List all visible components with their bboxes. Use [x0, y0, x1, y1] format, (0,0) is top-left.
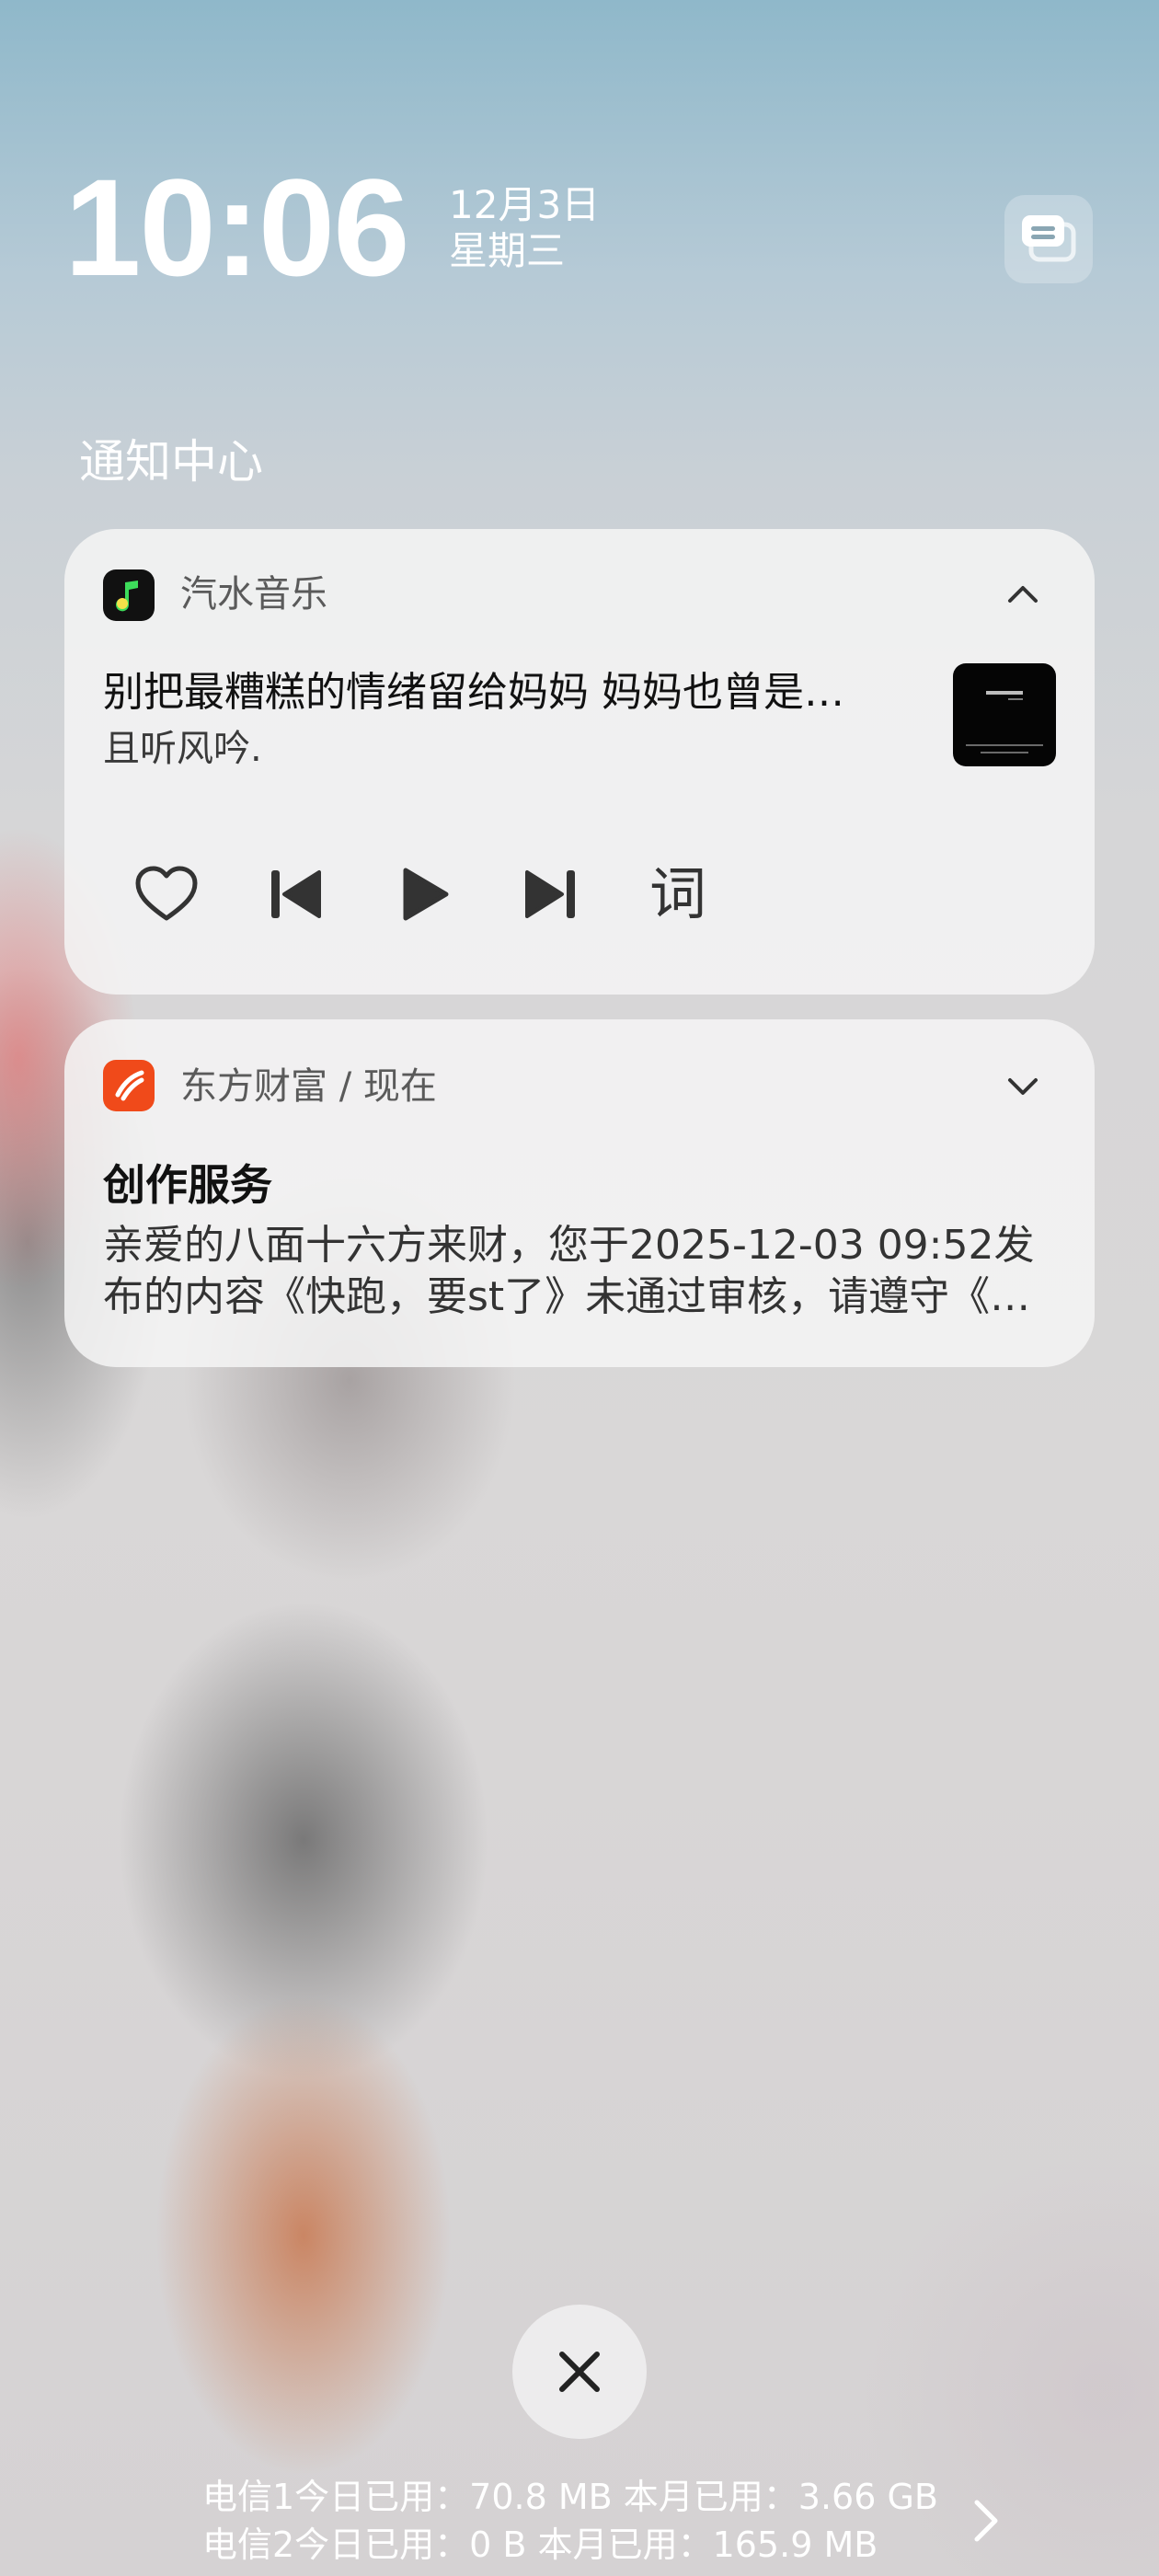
album-art-graphic [966, 691, 1043, 753]
close-icon [559, 2352, 600, 2392]
data-usage-sim1: 电信1今日已用：70.8 MB 本月已用：3.66 GB [202, 2477, 939, 2517]
chevron-right-icon[interactable] [968, 2493, 1004, 2548]
next-button[interactable] [510, 853, 592, 936]
notification-title: 创作服务 [103, 1160, 272, 1210]
previous-icon [271, 870, 321, 918]
notification-style-button[interactable] [1004, 195, 1093, 283]
chevron-down-icon [1008, 1078, 1038, 1095]
eastmoney-notification-card[interactable]: 东方财富 / 现在 创作服务 亲爱的八面十六方来财，您于2025-12-03 0… [64, 1019, 1095, 1367]
song-artist: 且听风吟. [103, 728, 262, 770]
eastmoney-app-icon [103, 1060, 155, 1111]
data-usage-sim2: 电信2今日已用：0 B 本月已用：165.9 MB [202, 2524, 878, 2565]
cards-icon [1022, 215, 1076, 262]
music-app-icon [103, 569, 155, 621]
music-app-name: 汽水音乐 [180, 573, 327, 615]
music-note-icon [116, 581, 138, 612]
music-notification-card[interactable]: 汽水音乐 别把最糟糕的情绪留给妈妈 妈妈也曾是… 且听风吟. 词 [64, 529, 1095, 995]
play-button[interactable] [383, 853, 465, 936]
play-icon [403, 868, 449, 921]
album-art [953, 663, 1056, 766]
notification-body-line1: 亲爱的八面十六方来财，您于2025-12-03 09:52发 [103, 1222, 1035, 1269]
collapse-button[interactable] [995, 566, 1050, 621]
expand-button[interactable] [995, 1060, 1050, 1115]
previous-button[interactable] [254, 853, 337, 936]
next-icon [525, 870, 575, 918]
notification-body: 亲爱的八面十六方来财，您于2025-12-03 09:52发 布的内容《快跑，要… [103, 1220, 1050, 1323]
lyrics-button[interactable]: 词 [637, 853, 719, 936]
data-usage-info[interactable]: 电信1今日已用：70.8 MB 本月已用：3.66 GB 电信2今日已用：0 B… [202, 2473, 938, 2569]
heart-icon [135, 866, 198, 921]
date-label: 12月3日 [449, 182, 601, 227]
eastmoney-app-name: 东方财富 / 现在 [180, 1065, 437, 1108]
like-button[interactable] [125, 853, 208, 936]
chevron-up-icon [1008, 586, 1038, 603]
weekday-label: 星期三 [449, 228, 566, 273]
song-title: 别把最糟糕的情绪留给妈妈 妈妈也曾是… [103, 669, 844, 716]
date-block: 12月3日 星期三 [449, 182, 600, 274]
east-money-icon [115, 1070, 144, 1101]
clock-time: 10:06 [64, 150, 410, 305]
notification-center-title: 通知中心 [79, 435, 263, 489]
clear-all-button[interactable] [512, 2305, 647, 2439]
notification-body-line2: 布的内容《快跑，要st了》未通过审核，请遵守《… [103, 1273, 1031, 1320]
